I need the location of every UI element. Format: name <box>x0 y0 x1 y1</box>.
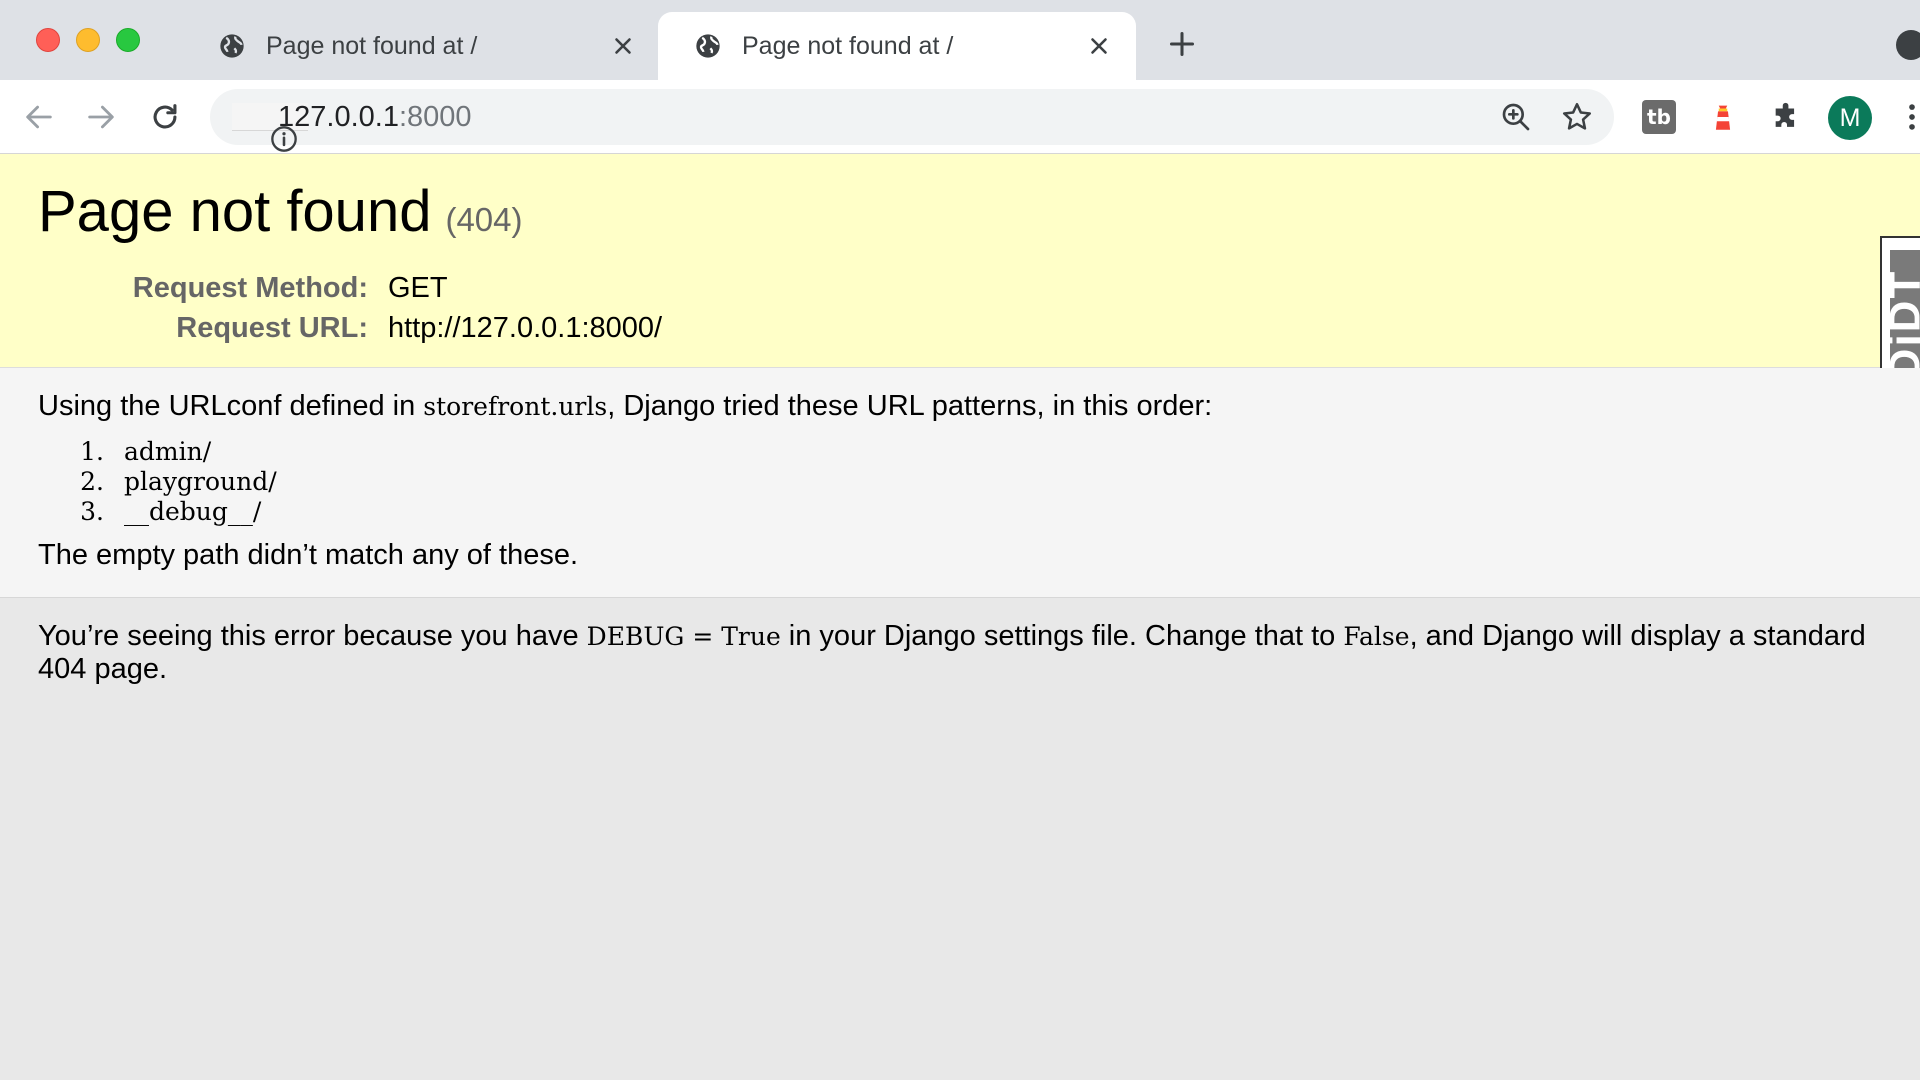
close-tab-icon[interactable] <box>1086 33 1112 59</box>
request-method-row: Request Method: GET <box>38 268 1882 308</box>
browser-toolbar: 127.0.0.1:8000 tb M <box>0 80 1920 154</box>
tab-2-active[interactable]: Page not found at / <box>658 12 1136 80</box>
url-text[interactable]: 127.0.0.1:8000 <box>278 101 472 134</box>
request-method-value: GET <box>388 271 448 304</box>
url-host: 127.0.0.1 <box>278 101 399 133</box>
intro-suffix: , Django tried these URL patterns, in th… <box>607 390 1213 422</box>
debug-setting-code: DEBUG = True <box>586 622 781 651</box>
pattern-number: 2. <box>80 467 104 496</box>
lighthouse-extension-icon[interactable] <box>1706 100 1740 134</box>
back-arrow-icon[interactable] <box>22 100 56 134</box>
urlconf-intro: Using the URLconf defined in storefront.… <box>38 390 1882 423</box>
request-url-value: http://127.0.0.1:8000/ <box>388 311 663 344</box>
tab-1[interactable]: Page not found at / <box>182 12 660 80</box>
debug-explanation: You’re seeing this error because you hav… <box>0 598 1920 707</box>
close-window-button[interactable] <box>36 28 60 52</box>
url-port: :8000 <box>398 101 472 133</box>
tab-title: Page not found at / <box>742 31 954 60</box>
tab-title: Page not found at / <box>266 31 478 60</box>
profile-avatar[interactable]: M <box>1828 96 1872 140</box>
request-method-label: Request Method: <box>132 271 368 304</box>
list-item: 1. admin/ <box>38 437 1882 467</box>
bookmark-star-icon[interactable] <box>1560 100 1594 134</box>
debug-toolbar-label: DjDT <box>1890 269 1920 381</box>
pattern-number: 3. <box>80 497 104 526</box>
no-match-message: The empty path didn’t match any of these… <box>38 539 579 571</box>
request-url-row: Request URL: http://127.0.0.1:8000/ <box>38 308 1882 348</box>
globe-icon <box>694 32 722 60</box>
request-url-label: Request URL: <box>176 311 368 344</box>
page-content: Page not found (404) Request Method: GET … <box>0 154 1920 1080</box>
intro-prefix: Using the URLconf defined in <box>38 390 424 422</box>
explanation-part2: in your Django settings file. Change tha… <box>780 620 1344 652</box>
explanation-text: You’re seeing this error because you hav… <box>38 620 1882 685</box>
false-code: False <box>1343 622 1410 651</box>
tab-search-chevron-icon[interactable] <box>1896 30 1920 60</box>
address-bar[interactable]: 127.0.0.1:8000 <box>210 89 1614 152</box>
request-meta-table: Request Method: GET Request URL: http://… <box>38 268 1882 348</box>
urlconf-info: Using the URLconf defined in storefront.… <box>0 368 1920 598</box>
list-item: 3. __debug__/ <box>38 497 1882 527</box>
pattern-text: playground/ <box>124 467 277 496</box>
pattern-text: admin/ <box>124 437 212 466</box>
error-summary: Page not found (404) Request Method: GET … <box>0 154 1920 394</box>
extensions-puzzle-icon[interactable] <box>1770 100 1804 134</box>
new-tab-plus-icon[interactable] <box>1168 30 1196 58</box>
tab-strip: Page not found at / Page not found at / <box>0 0 1920 80</box>
forward-arrow-icon[interactable] <box>84 100 118 134</box>
pattern-text: __debug__/ <box>124 497 262 526</box>
more-menu-icon[interactable] <box>1904 100 1920 134</box>
urlconf-module: storefront.urls <box>423 392 608 421</box>
reload-icon[interactable] <box>148 100 182 134</box>
page-title: Page not found (404) <box>38 174 1882 258</box>
url-pattern-list: 1. admin/ 2. playground/ 3. __debug__/ <box>38 437 1882 527</box>
list-item: 2. playground/ <box>38 467 1882 497</box>
debug-toolbar-handle-inner: DjDT <box>1890 250 1920 382</box>
status-code: (404) <box>445 201 523 238</box>
pattern-number: 1. <box>80 437 104 466</box>
page-title-text: Page not found <box>38 179 432 244</box>
close-tab-icon[interactable] <box>610 33 636 59</box>
minimize-window-button[interactable] <box>76 28 100 52</box>
zoom-in-icon[interactable] <box>1500 101 1532 133</box>
zoom-window-button[interactable] <box>116 28 140 52</box>
globe-icon <box>218 32 246 60</box>
explanation-part1: You’re seeing this error because you hav… <box>38 620 587 652</box>
extension-tb-icon[interactable]: tb <box>1642 100 1676 134</box>
